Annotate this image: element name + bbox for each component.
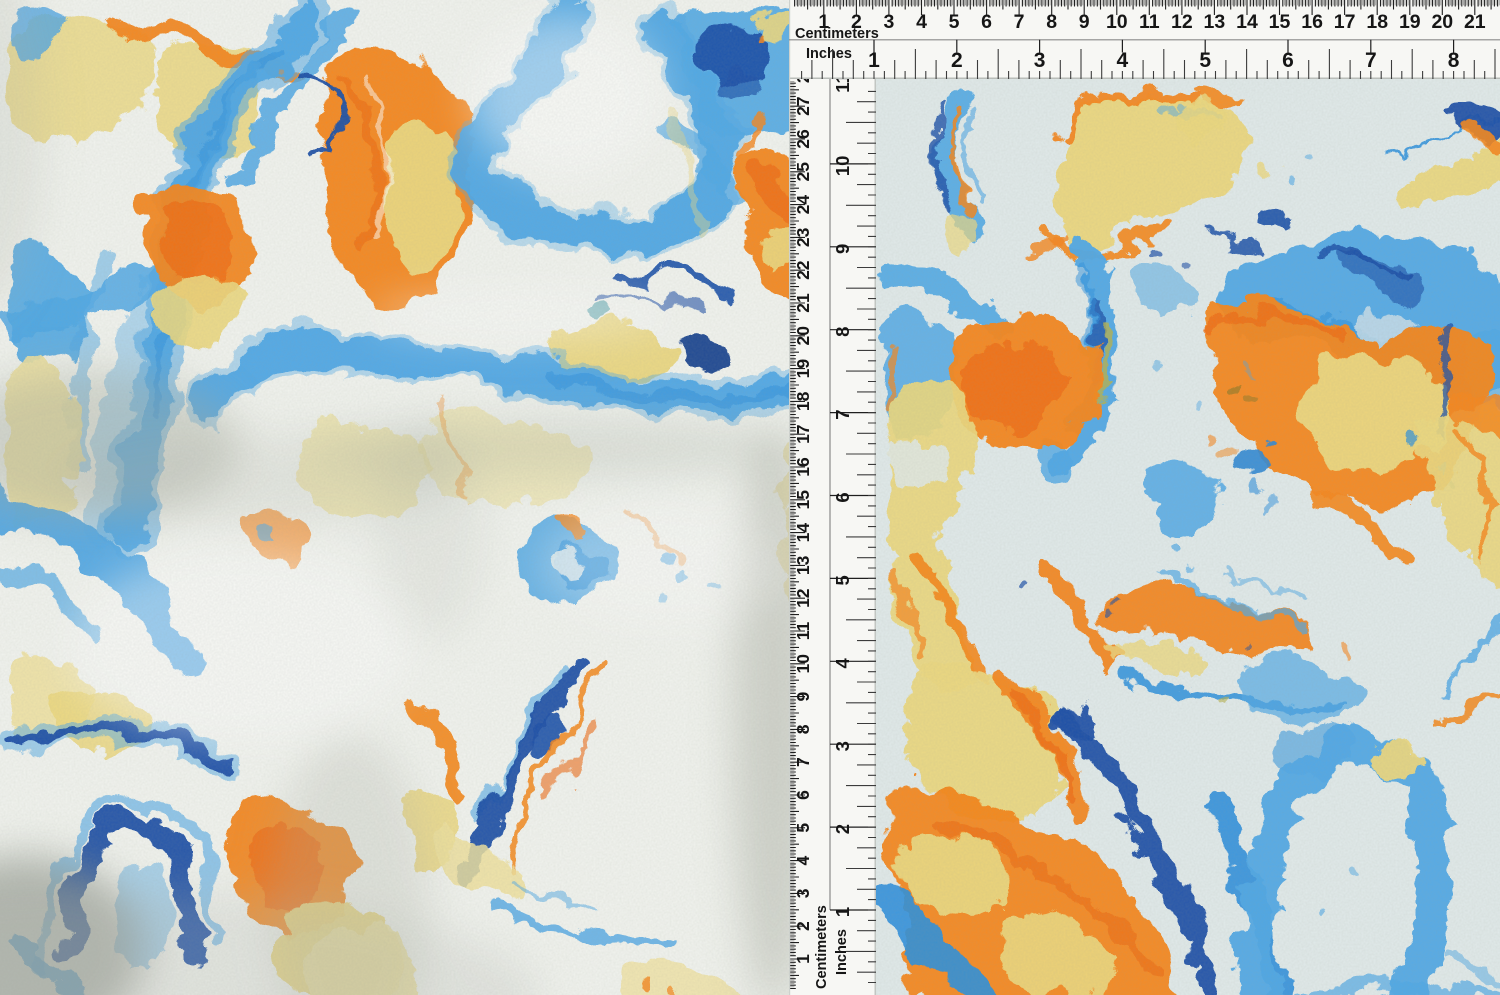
svg-text:1: 1 <box>793 954 813 964</box>
svg-text:12: 12 <box>1171 11 1193 33</box>
svg-text:8: 8 <box>1448 49 1460 72</box>
svg-text:7: 7 <box>1014 11 1025 33</box>
svg-text:9: 9 <box>832 244 853 254</box>
svg-text:11: 11 <box>793 621 813 640</box>
svg-text:5: 5 <box>949 11 960 33</box>
svg-text:11: 11 <box>1139 11 1160 33</box>
svg-text:6: 6 <box>793 790 813 800</box>
svg-text:Inches: Inches <box>806 46 852 62</box>
svg-text:19: 19 <box>793 359 813 379</box>
svg-text:20: 20 <box>793 326 813 346</box>
svg-text:12: 12 <box>793 588 813 608</box>
svg-text:2: 2 <box>951 49 963 72</box>
svg-text:21: 21 <box>1464 11 1486 33</box>
svg-text:8: 8 <box>1046 11 1057 33</box>
svg-text:26: 26 <box>793 129 813 149</box>
svg-text:16: 16 <box>793 457 813 477</box>
svg-text:4: 4 <box>793 855 813 865</box>
svg-text:18: 18 <box>793 391 813 411</box>
svg-text:2: 2 <box>832 824 853 834</box>
svg-text:10: 10 <box>793 654 813 674</box>
svg-text:23: 23 <box>793 227 813 247</box>
svg-text:15: 15 <box>793 490 813 510</box>
svg-text:10: 10 <box>1106 11 1128 33</box>
svg-text:9: 9 <box>1079 11 1090 33</box>
svg-text:8: 8 <box>793 724 813 734</box>
svg-text:3: 3 <box>883 11 894 33</box>
svg-text:6: 6 <box>981 11 992 33</box>
svg-text:20: 20 <box>1431 11 1453 33</box>
svg-text:7: 7 <box>832 409 853 419</box>
svg-text:21: 21 <box>793 293 813 313</box>
svg-text:13: 13 <box>1204 11 1226 33</box>
svg-text:27: 27 <box>793 96 813 115</box>
svg-text:Inches: Inches <box>834 929 850 975</box>
svg-text:9: 9 <box>793 691 813 701</box>
svg-text:14: 14 <box>793 523 813 543</box>
svg-text:22: 22 <box>793 260 813 280</box>
svg-text:24: 24 <box>793 195 813 215</box>
svg-text:18: 18 <box>1366 11 1388 33</box>
svg-text:19: 19 <box>1399 11 1421 33</box>
svg-text:5: 5 <box>832 575 853 585</box>
svg-text:10: 10 <box>832 156 853 177</box>
svg-text:5: 5 <box>793 823 813 833</box>
svg-text:4: 4 <box>832 657 853 668</box>
svg-text:4: 4 <box>1117 49 1129 72</box>
svg-text:16: 16 <box>1301 11 1323 33</box>
svg-text:5: 5 <box>1199 49 1211 72</box>
svg-text:17: 17 <box>1334 11 1356 33</box>
svg-text:3: 3 <box>793 888 813 898</box>
svg-text:8: 8 <box>832 327 853 337</box>
svg-text:13: 13 <box>793 555 813 575</box>
svg-text:1: 1 <box>868 49 880 72</box>
svg-text:25: 25 <box>793 162 813 182</box>
svg-text:6: 6 <box>1282 49 1294 72</box>
svg-text:3: 3 <box>832 741 853 751</box>
svg-text:15: 15 <box>1269 11 1291 33</box>
svg-text:7: 7 <box>793 757 813 767</box>
svg-text:6: 6 <box>832 492 853 502</box>
svg-text:2: 2 <box>793 921 813 931</box>
svg-text:Centimeters: Centimeters <box>814 905 830 989</box>
svg-text:4: 4 <box>916 11 927 33</box>
svg-text:1: 1 <box>832 907 853 917</box>
svg-text:7: 7 <box>1365 49 1377 72</box>
svg-text:14: 14 <box>1236 11 1258 33</box>
svg-text:17: 17 <box>793 424 813 443</box>
svg-text:3: 3 <box>1034 49 1046 72</box>
